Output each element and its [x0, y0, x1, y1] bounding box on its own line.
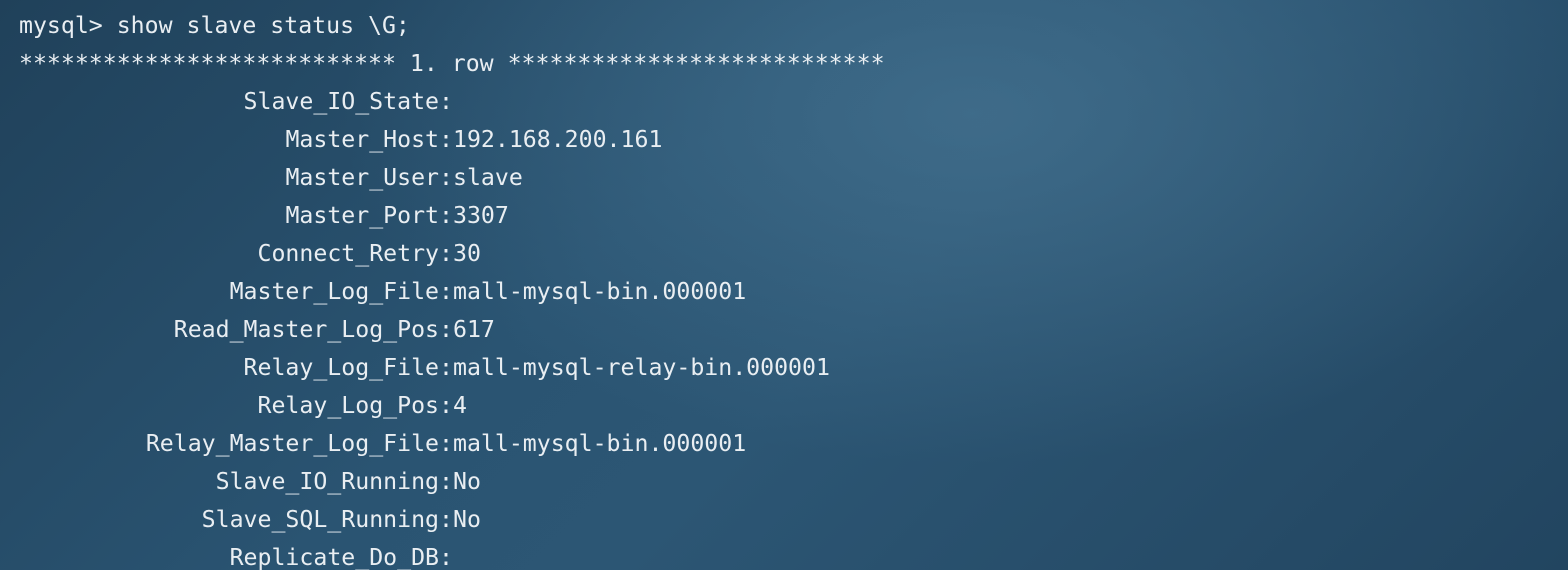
field-name: Relay_Log_File — [243, 354, 439, 381]
field-name: Slave_IO_State — [243, 88, 439, 115]
field-row-master-user: Master_User: slave — [19, 159, 1549, 197]
field-name: Master_Port — [285, 202, 439, 229]
field-row-slave-io-running: Slave_IO_Running: No — [19, 463, 1549, 501]
field-row-master-log-file: Master_Log_File: mall-mysql-bin.000001 — [19, 273, 1549, 311]
field-name: Connect_Retry — [257, 240, 439, 267]
field-row-master-port: Master_Port:3307 — [19, 197, 1549, 235]
field-name: Master_Host — [285, 126, 439, 153]
field-row-slave-io-state: Slave_IO_State: — [19, 83, 1549, 121]
field-name: Master_Log_File — [229, 278, 439, 305]
field-value: mall-mysql-relay-bin.000001 — [453, 354, 830, 381]
field-value: No — [453, 468, 481, 495]
field-value: No — [453, 506, 481, 533]
row-header: *************************** 1. row *****… — [19, 50, 885, 77]
field-value: 30 — [453, 240, 481, 267]
field-value: 3307 — [453, 202, 509, 229]
field-name: Master_User — [285, 164, 439, 191]
field-value: mall-mysql-bin.000001 — [453, 278, 747, 305]
field-name: Relay_Master_Log_File — [145, 430, 439, 457]
field-value: 617 — [453, 316, 495, 343]
field-value: slave — [453, 164, 523, 191]
field-value: 4 — [453, 392, 467, 419]
field-row-relay-log-file: Relay_Log_File: mall-mysql-relay-bin.0000… — [19, 349, 1549, 387]
terminal-output[interactable]: mysql> show slave status \G; ***********… — [19, 7, 1549, 570]
field-name: Relay_Log_Pos — [257, 392, 439, 419]
field-name: Slave_SQL_Running — [201, 506, 439, 533]
field-row-master-host: Master_Host:192.168.200.161 — [19, 121, 1549, 159]
field-row-relay-master-log-file: Relay_Master_Log_File: mall-mysql-bin.000… — [19, 425, 1549, 463]
field-name: Read_Master_Log_Pos — [173, 316, 439, 343]
field-row-connect-retry: Connect_Retry:30 — [19, 235, 1549, 273]
field-row-read-master-log-pos: Read_Master_Log_Pos:617 — [19, 311, 1549, 349]
field-value: mall-mysql-bin.000001 — [453, 430, 747, 457]
field-row-relay-log-pos: Relay_Log_Pos:4 — [19, 387, 1549, 425]
command-prompt: mysql> show slave status \G; — [19, 12, 410, 39]
field-row-slave-sql-running: Slave_SQL_Running: No — [19, 501, 1549, 539]
field-name: Slave_IO_Running — [215, 468, 439, 495]
field-row-replicate-do-db: Replicate_Do_DB: — [19, 539, 1549, 570]
field-value: 192.168.200.161 — [453, 126, 663, 153]
field-name: Replicate_Do_DB — [229, 544, 439, 570]
